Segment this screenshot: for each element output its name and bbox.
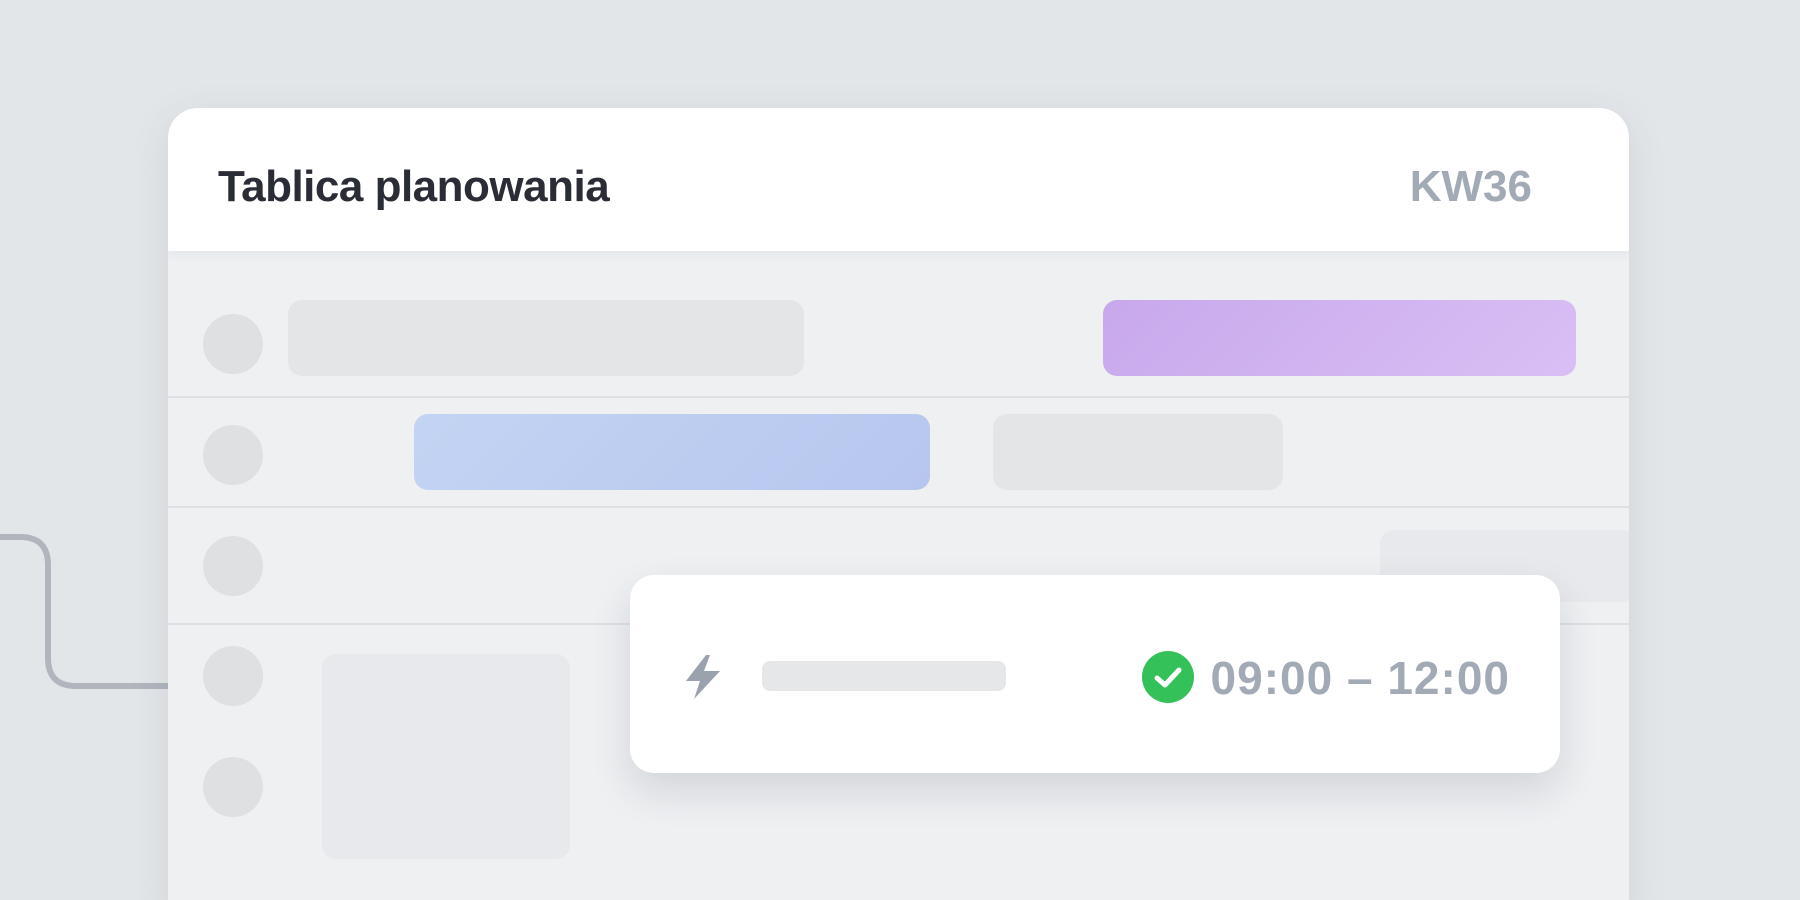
row-divider: [168, 506, 1629, 508]
row-avatar: [203, 314, 263, 374]
week-label: KW36: [1409, 162, 1532, 211]
schedule-block-purple[interactable]: [1103, 300, 1576, 376]
board-title: Tablica planowania: [218, 162, 610, 211]
row-avatar: [203, 646, 263, 706]
board-header: Tablica planowania KW36: [168, 108, 1629, 251]
planning-board: Tablica planowania KW36: [168, 108, 1629, 900]
schedule-block-placeholder[interactable]: [288, 300, 804, 376]
row-avatar: [203, 757, 263, 817]
check-circle-icon: [1142, 651, 1194, 703]
time-range: 09:00 – 12:00: [1210, 652, 1510, 704]
schedule-block-blue[interactable]: [414, 414, 930, 490]
schedule-block-placeholder[interactable]: [993, 414, 1283, 490]
task-label-placeholder: [762, 661, 1006, 691]
task-card[interactable]: 09:00 – 12:00: [630, 575, 1560, 773]
row-divider: [168, 396, 1629, 398]
row-avatar: [203, 536, 263, 596]
bolt-icon: [686, 655, 720, 699]
schedule-block-placeholder[interactable]: [322, 654, 570, 859]
row-avatar: [203, 425, 263, 485]
